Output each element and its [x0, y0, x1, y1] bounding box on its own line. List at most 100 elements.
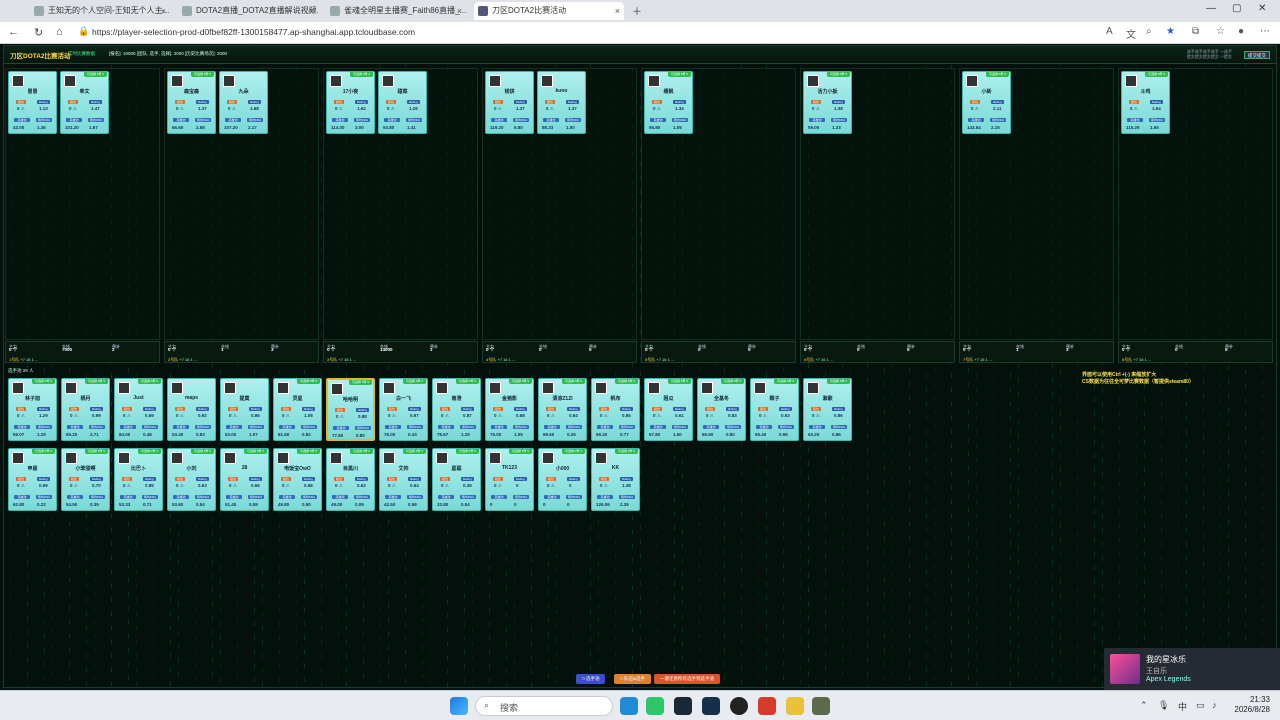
player-card[interactable]: 可选择 8号 5 缠枫 段位 Rating 0 ⚠ 1.34 英雄池 场均KDA 56.80 1.… [644, 71, 693, 134]
player-card[interactable]: 可选择 8号 5 斗鸡 段位 Rating 0 ⚠ 1.64 英雄池 场均KDA 115.29 1… [1121, 71, 1170, 134]
player-card[interactable]: 可选择 8号 5 星聪 段位 Rating 0 ⚠ 0.39 英雄池 场均KDA 33.80 0.… [432, 448, 481, 511]
player-card[interactable]: 可选择 8号 5 小新 段位 Rating 0 ⚠ 2.11 英雄池 场均KDA 143.54 2… [962, 71, 1011, 134]
refresh-icon[interactable]: ↻ [34, 26, 43, 39]
player-card[interactable]: 九朵 段位 Rating 0 ⚠ 1.68 英雄池 场均KDA 107.20 2.17 [219, 71, 268, 134]
ime-indicator[interactable]: 中 [1178, 700, 1187, 713]
rating-value: 0.85 [622, 413, 631, 418]
favorite-star-icon[interactable]: ★ [1166, 26, 1175, 37]
tray-chevron-icon[interactable]: ⌃ [1140, 700, 1148, 711]
game-app-icon[interactable] [812, 697, 830, 715]
close-tab-icon[interactable]: × [457, 2, 462, 20]
player-card[interactable]: kuno 段位 Rating 0 ⚠ 1.37 英雄池 场均KDA 88.33 1.00 [537, 71, 586, 134]
new-tab-icon[interactable]: ＋ [632, 3, 642, 18]
browser-tab-active[interactable]: 刀区DOTA2比赛活动 × [474, 2, 624, 20]
player-card[interactable]: 可选择 8号 5 KK 段位 Rating 0 ⚠ 1.38 英雄池 场均KDA 126.06 2… [591, 448, 640, 511]
hero-pool-value: 0 [543, 502, 546, 507]
player-card[interactable]: 可选择 8号 4 奉文 段位 Rating 0 ⚠ 1.47 英雄池 场均KDA 101.20 1… [60, 71, 109, 134]
player-card[interactable]: 钱饼 段位 Rating 0 ⚠ 1.37 英雄池 场均KDA 119.20 6.80 [485, 71, 534, 134]
home-icon[interactable]: ⌂ [56, 26, 63, 38]
edge-browser-icon[interactable] [620, 697, 638, 715]
player-card[interactable]: 可选择 8号 5 鞣子 段位 Rating 0 ⚠ 0.63 英雄池 场均KDA 65.40 0.… [750, 378, 799, 441]
player-card[interactable]: 可选择 8号 2 17小夜 段位 Rating 0 ⚠ 1.62 英雄池 场均KDA 114.0… [326, 71, 375, 134]
close-window-icon[interactable]: ✕ [1258, 3, 1266, 14]
player-card[interactable]: 可选择 8号 5 漱歌 段位 Rating 0 ⚠ 0.86 英雄池 场均KDA 63.20 0.… [803, 378, 852, 441]
player-card[interactable]: 可选择 8号 5 小笨蛋啊 段位 Rating 0 ⚠ 0.70 英雄池 场均KDA 54.50… [61, 448, 110, 511]
extensions-icon[interactable]: ⧉ [1192, 26, 1199, 37]
profile-avatar[interactable]: ● [1238, 26, 1244, 37]
kda-value: 0.54 [461, 502, 470, 507]
microphone-icon[interactable]: 🎙 [1158, 700, 1169, 711]
taskbar-clock[interactable]: 21:33 2026/8/28 [1234, 695, 1270, 715]
close-tab-icon[interactable]: × [615, 2, 620, 20]
rank-value: 0 ⚠ [17, 106, 25, 111]
rank-value: 0 ⚠ [653, 413, 661, 418]
player-card[interactable]: 可选择 8号 5 金猪影 段位 Rating 0 ⚠ 0.68 英雄池 场均KDA 75.00 1… [485, 378, 534, 441]
zoom-icon[interactable]: ⌕ [1146, 26, 1152, 37]
player-card[interactable]: 可选择 8号 5 比巴卜 段位 Rating 0 ⚠ 0.85 英雄池 场均KDA 53.33 0… [114, 448, 163, 511]
player-card[interactable]: 可选择 8号 5 目黑川 段位 Rating 0 ⚠ 0.63 英雄池 场均KDA 49.00 0… [326, 448, 375, 511]
player-card[interactable]: 可选择 8号 5 艾帅 段位 Rating 0 ⚠ 0.64 英雄池 场均KDA 42.50 0.… [379, 448, 428, 511]
browser-tab-2[interactable]: DOTA2直播_DOTA2直播解说视频... × [178, 2, 318, 20]
close-tab-icon[interactable]: × [161, 2, 166, 20]
player-name: 哈哈明 [342, 397, 358, 403]
more-menu-icon[interactable]: ⋯ [1260, 26, 1270, 37]
translate-icon[interactable]: 文 [1126, 26, 1136, 41]
steam-app-icon[interactable] [674, 697, 692, 715]
windows-start-icon[interactable] [450, 697, 468, 715]
player-card[interactable]: 可选择 8号 5 28 段位 Rating 0 ⚠ 0.66 英雄池 场均KDA 51.40 0.… [220, 448, 269, 511]
close-tab-icon[interactable]: × [309, 2, 314, 20]
player-card[interactable]: 可选择 8号 5 栖月 段位 Rating 0 ⚠ 0.99 英雄池 场均KDA 95.20 2.… [61, 378, 110, 441]
team-footer: 主力 0 个金钱 1 替补 3 2号队 +7 16 1 ... [164, 341, 319, 363]
player-card[interactable]: 可选择 8号 5 电饭宝OwO 段位 Rating 0 ⚠ 0.68 英雄池 场均KDA 49.… [273, 448, 322, 511]
player-card[interactable]: 可选择 8号 5 灵星 段位 Rating 0 ⚠ 1.08 英雄池 场均KDA 81.60 0.… [273, 378, 322, 441]
player-card[interactable]: 甜菜 段位 Rating 0 ⚠ 1.26 英雄池 场均KDA 53.80 1.41 [378, 71, 427, 134]
now-playing-notification[interactable]: 我的星冰乐 王自乐 Apex Legends [1104, 648, 1280, 690]
player-card[interactable]: 可选择 8号 5 清涼Z1Zl 段位 Rating 0 ⚠ 0.64 英雄池 场均KDA 69.… [538, 378, 587, 441]
player-card[interactable]: 可选择 8号 5 小刘 段位 Rating 0 ⚠ 0.63 英雄池 场均KDA 53.60 0.… [167, 448, 216, 511]
player-card[interactable]: 可选择 8号 5 阻瓜 段位 Rating 0 ⚠ 0.61 英雄池 场均KDA 67.80 1.… [644, 378, 693, 441]
player-card[interactable]: 可选择 8号 5 帆布 段位 Rating 0 ⚠ 0.85 英雄池 场均KDA 69.20 0.… [591, 378, 640, 441]
team-footer: 主力 0 个金钱 0 替补 5 6号队 +7 16 1 ... [800, 341, 955, 363]
player-card[interactable]: 可选择 8号 5 申屋 段位 Rating 0 ⚠ 0.69 英雄池 场均KDA 62.80 0.… [8, 448, 57, 511]
teams-players-button[interactable]: □ 队伍&选手 [614, 674, 651, 684]
game-app-icon[interactable] [786, 697, 804, 715]
read-aloud-icon[interactable]: A [1106, 26, 1113, 37]
rank-value: 0 ⚠ [176, 483, 184, 488]
kda-value: 1.29 [37, 432, 46, 437]
player-card[interactable]: 可选择 8号 5 TK123 段位 Rating 0 ⚠ 0 英雄池 场均KDA 0 0 [485, 448, 534, 511]
wechat-icon[interactable] [646, 697, 664, 715]
back-icon[interactable]: ← [8, 26, 19, 38]
player-name: 电饭宝OwO [284, 466, 311, 472]
player-card[interactable]: 可选择 8号 5 森宝森 段位 Rating 0 ⚠ 1.37 英雄池 场均KDA 66.60 2… [167, 71, 216, 134]
player-card[interactable]: 可选择 8号 5 小000 段位 Rating 0 ⚠ 0 英雄池 场均KDA 0 0 [538, 448, 587, 511]
player-card[interactable]: 可选择 8号 5 白一飞 段位 Rating 0 ⚠ 0.97 英雄池 场均KDA 76.00 0… [379, 378, 428, 441]
browser-tab-1[interactable]: 王知无的个人空间-王知无个人主... × [30, 2, 170, 20]
player-card[interactable]: 可选择 8号 5 林子旭 段位 Rating 0 ⚠ 1.29 英雄池 场均KDA 59.07 1… [8, 378, 57, 441]
network-icon[interactable]: ▭ [1196, 700, 1205, 711]
steam-icon[interactable] [702, 697, 720, 715]
player-card[interactable]: 提莫 段位 Rating 0 ⚠ 0.86 英雄池 场均KDA 53.00 1.07 [220, 378, 269, 441]
url-field[interactable]: https://player-selection-prod-d0fbef82ff… [92, 27, 415, 37]
taskbar-search[interactable]: ⌕ 搜索 [475, 696, 613, 716]
volume-icon[interactable]: ♪ [1212, 700, 1217, 710]
hero-pool-value: 53.00 [225, 432, 237, 437]
minimize-icon[interactable]: — [1206, 3, 1216, 14]
player-card[interactable]: 冒冒 段位 Rating 0 ⚠ 1.13 英雄池 场均KDA 42.00 1.36 [8, 71, 57, 134]
app-icon[interactable] [758, 697, 776, 715]
player-pool-button[interactable]: □ 选手池 [576, 674, 606, 684]
hero-pool-value: 53.33 [119, 502, 131, 507]
maximize-icon[interactable]: ▢ [1232, 3, 1241, 14]
reset-all-button[interactable]: 一键还原所有选手到选手池 [654, 674, 720, 684]
header-submit-button[interactable]: 提交提交 [1244, 51, 1270, 59]
player-card[interactable]: maps 段位 Rating 0 ⚠ 0.92 英雄池 场均KDA 53.40 0.83 [167, 378, 216, 441]
favorites-icon[interactable]: ☆ [1216, 26, 1225, 37]
browser-tab-3[interactable]: 雀魂全明星主播赛_Faith86直播_... × [326, 2, 466, 20]
player-card[interactable]: 可选择 8号 5 Just 段位 Rating 0 ⚠ 0.59 英雄池 场均KDA 84.00… [114, 378, 163, 441]
player-card[interactable]: 可选择 8号 5 南澄 段位 Rating 0 ⚠ 0.87 英雄池 场均KDA 75.67 1.… [432, 378, 481, 441]
app-icon[interactable] [730, 697, 748, 715]
album-art [1110, 654, 1140, 684]
player-card[interactable]: 可选择 8号 5 哈哈明 段位 Rating 0 ⚠ 0.88 英雄池 场均KDA 77.60 0… [326, 378, 375, 441]
player-card[interactable]: 可选择 8号 5 全基冬 段位 Rating 0 ⚠ 0.83 英雄池 场均KDA 65.60 0… [697, 378, 746, 441]
player-card[interactable]: 可选择 8号 5 活力小扳 段位 Rating 0 ⚠ 1.38 英雄池 场均KDA 59.00… [803, 71, 852, 134]
rank-value: 0 ⚠ [388, 413, 396, 418]
